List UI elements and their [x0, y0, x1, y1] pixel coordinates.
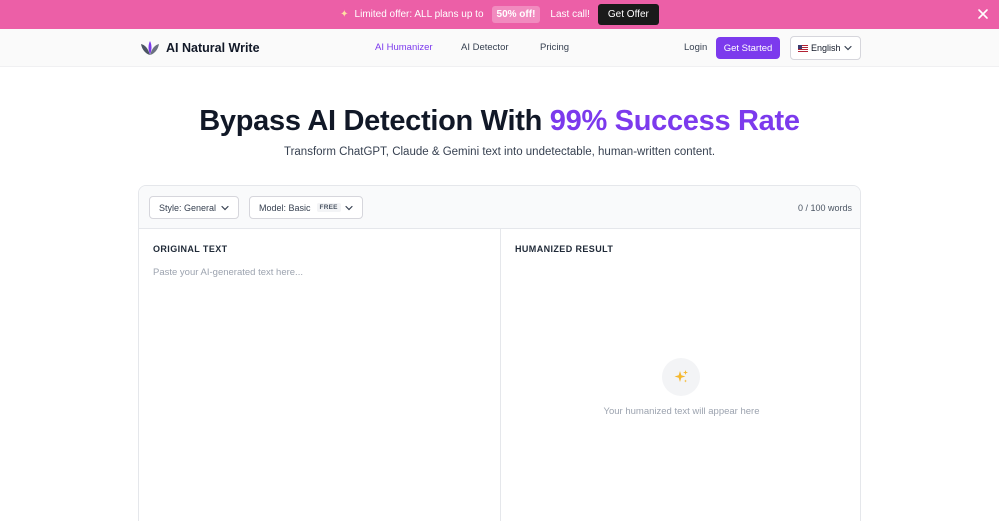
pane-divider: [500, 229, 501, 521]
humanizer-editor: Style: General Model: Basic FREE 0 / 100…: [138, 185, 861, 521]
model-select-label: Model: Basic: [259, 202, 311, 213]
style-select[interactable]: Style: General: [149, 196, 239, 219]
get-started-button[interactable]: Get Started: [716, 37, 780, 59]
promo-text: Limited offer: ALL plans up to: [354, 9, 484, 20]
discount-badge: 50% off!: [491, 6, 541, 23]
sparkle-icon: ✦: [340, 9, 349, 20]
brand-name: AI Natural Write: [166, 41, 260, 55]
language-label: English: [811, 43, 841, 53]
language-select[interactable]: English: [790, 36, 861, 60]
hero-title-accent: 99% Success Rate: [549, 105, 800, 137]
free-badge: FREE: [316, 203, 341, 212]
chevron-down-icon: [844, 45, 852, 51]
logo-icon: [141, 41, 159, 55]
editor-toolbar: Style: General Model: Basic FREE 0 / 100…: [139, 186, 860, 229]
humanized-result-label: HUMANIZED RESULT: [515, 244, 614, 254]
promo-last-call: Last call!: [550, 9, 590, 20]
chevron-down-icon: [345, 205, 353, 211]
nav-ai-humanizer[interactable]: AI Humanizer: [375, 42, 433, 53]
original-text-input[interactable]: Paste your AI-generated text here...: [153, 267, 303, 278]
get-offer-button[interactable]: Get Offer: [597, 4, 659, 25]
sparkles-icon: [662, 358, 700, 396]
hero-subtitle: Transform ChatGPT, Claude & Gemini text …: [283, 146, 716, 158]
hero-title: Bypass AI Detection With 99% Success Rat…: [0, 105, 999, 138]
model-select[interactable]: Model: Basic FREE: [249, 196, 363, 219]
word-count: 0 / 100 words: [797, 203, 852, 213]
nav-pricing[interactable]: Pricing: [540, 42, 569, 53]
chevron-down-icon: [221, 205, 229, 211]
us-flag-icon: [798, 44, 808, 52]
style-select-label: Style: General: [159, 202, 217, 213]
nav-ai-detector[interactable]: AI Detector: [461, 42, 509, 53]
original-text-label: ORIGINAL TEXT: [153, 244, 228, 254]
site-header: AI Natural Write AI Humanizer AI Detecto…: [0, 29, 999, 67]
brand[interactable]: AI Natural Write: [140, 39, 260, 57]
result-empty-message: Your humanized text will appear here: [603, 406, 760, 417]
login-link[interactable]: Login: [684, 42, 707, 53]
hero-title-main: Bypass AI Detection With: [199, 105, 550, 137]
close-icon[interactable]: [976, 7, 990, 21]
promo-banner: ✦ Limited offer: ALL plans up to 50% off…: [0, 0, 999, 29]
